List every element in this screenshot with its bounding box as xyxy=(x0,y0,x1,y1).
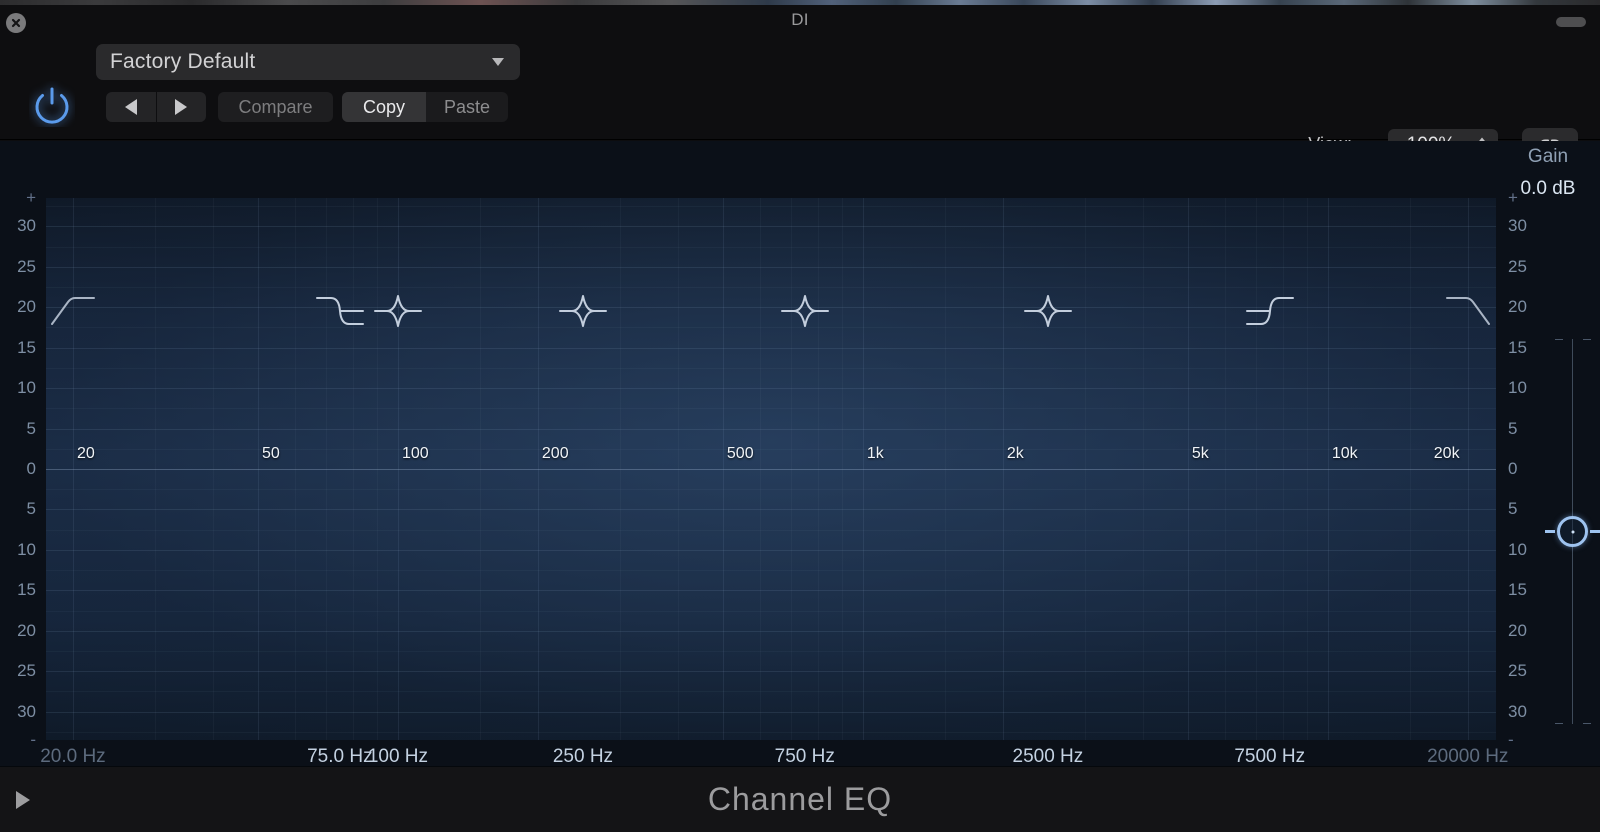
db-scale-plus: + xyxy=(26,188,36,208)
master-gain-value[interactable]: 0.0 dB xyxy=(1498,173,1598,205)
peak-bell-icon[interactable] xyxy=(551,287,615,335)
freq-tick-label: 10k xyxy=(1331,445,1358,462)
triangle-left-icon xyxy=(124,99,137,115)
triangle-right-icon xyxy=(175,99,188,115)
peak-bell-icon[interactable] xyxy=(1016,287,1080,335)
frequency-axis-labels: 20 50 100 200 500 1k 2k 5k 10k 20k xyxy=(46,198,1496,740)
gain-tick-top-left xyxy=(1555,339,1563,340)
gain-handle-wing-right xyxy=(1590,530,1600,533)
eq-curve-graph[interactable]: 20 50 100 200 500 1k 2k 5k 10k 20k xyxy=(46,198,1496,740)
db-scale-left: +30 25 20 15 10 5 0 5 10 15 20 25 30- xyxy=(0,188,46,748)
db-tick-label: 15 xyxy=(1508,580,1527,600)
eq-display-area: 20 50 100 200 500 1k 2k 5k 10k 20k +30 25 20 15 10 5 0 5… xyxy=(0,141,1600,831)
channel-eq-plugin-window: DI Factory Default Compare Copy Paste 20… xyxy=(0,0,1600,832)
preset-nav-group xyxy=(106,92,206,122)
preset-dropdown[interactable]: Factory Default xyxy=(96,44,520,80)
freq-tick-label: 5k xyxy=(1191,445,1209,462)
freq-tick-label: 500 xyxy=(726,445,754,462)
freq-tick-label: 50 xyxy=(261,445,280,462)
db-scale-right: +30 25 20 15 10 5 0 5 10 15 20 25 30- xyxy=(1496,188,1546,748)
preset-name: Factory Default xyxy=(110,50,256,73)
db-tick-label: 0 xyxy=(26,459,36,478)
master-gain-slider[interactable] xyxy=(1545,339,1600,779)
freq-tick-label: 1k xyxy=(866,445,884,462)
db-tick-label: 30 xyxy=(1508,701,1527,721)
paste-button[interactable]: Paste xyxy=(426,92,508,122)
power-glyph xyxy=(35,87,69,124)
gain-handle-icon[interactable] xyxy=(1545,516,1600,547)
freq-tick-label: 100 xyxy=(401,445,429,462)
prev-preset-button[interactable] xyxy=(106,92,157,122)
db-tick-label: 15 xyxy=(1508,337,1527,357)
db-tick-label: 30 xyxy=(17,216,36,236)
peak-bell-icon[interactable] xyxy=(366,287,430,335)
freq-tick-label: 20k xyxy=(1433,445,1460,462)
db-tick-label: 5 xyxy=(1508,418,1518,438)
window-title: DI xyxy=(791,10,809,29)
db-tick-label: 25 xyxy=(1508,256,1527,276)
window-pill[interactable] xyxy=(1556,17,1586,27)
gain-handle-wing-left xyxy=(1545,530,1555,533)
db-tick-label: 25 xyxy=(17,661,36,681)
gain-tick-bottom-right xyxy=(1583,723,1591,724)
peak-bell-icon[interactable] xyxy=(773,287,837,335)
db-tick-label: 0 xyxy=(1508,459,1518,478)
db-tick-label: 20 xyxy=(1508,620,1527,640)
plugin-footer-bar: Channel EQ xyxy=(0,766,1600,832)
db-tick-label: 15 xyxy=(17,580,36,600)
freq-tick-label: 2k xyxy=(1006,445,1024,462)
db-tick-label: 20 xyxy=(17,620,36,640)
gain-tick-bottom-left xyxy=(1555,723,1563,724)
plugin-header-bar: Factory Default Compare Copy Paste View:… xyxy=(0,35,1600,161)
next-preset-button[interactable] xyxy=(157,92,207,122)
copy-button[interactable]: Copy xyxy=(342,92,426,122)
highpass-filter-icon[interactable] xyxy=(41,287,105,335)
db-tick-label: 10 xyxy=(17,539,36,559)
band-type-icon-row xyxy=(0,282,1600,340)
db-tick-label: 10 xyxy=(1508,539,1527,559)
db-tick-label: 25 xyxy=(17,256,36,276)
db-tick-label: 10 xyxy=(1508,378,1527,398)
chevron-down-icon xyxy=(492,58,504,66)
master-gain-readout: Gain 0.0 dB xyxy=(1498,141,1598,205)
low-shelf-icon[interactable] xyxy=(308,287,372,335)
db-tick-label: 25 xyxy=(1508,661,1527,681)
power-icon[interactable] xyxy=(28,80,76,128)
db-tick-label: 30 xyxy=(1508,216,1527,236)
compare-button[interactable]: Compare xyxy=(218,92,333,122)
copy-paste-group: Copy Paste xyxy=(342,92,508,122)
db-tick-label: 5 xyxy=(1508,499,1518,519)
lowpass-filter-icon[interactable] xyxy=(1436,287,1500,335)
window-titlebar: DI xyxy=(0,5,1600,35)
db-tick-label: 5 xyxy=(26,418,36,438)
db-tick-label: 30 xyxy=(17,701,36,721)
db-tick-label: 15 xyxy=(17,337,36,357)
high-shelf-icon[interactable] xyxy=(1238,287,1302,335)
master-gain-label: Gain xyxy=(1527,146,1569,167)
freq-tick-label: 200 xyxy=(541,445,569,462)
db-tick-label: 10 xyxy=(17,378,36,398)
gain-tick-top-right xyxy=(1583,339,1591,340)
db-tick-label: 5 xyxy=(26,499,36,519)
plugin-name: Channel EQ xyxy=(707,781,893,817)
freq-tick-label: 20 xyxy=(76,445,95,462)
